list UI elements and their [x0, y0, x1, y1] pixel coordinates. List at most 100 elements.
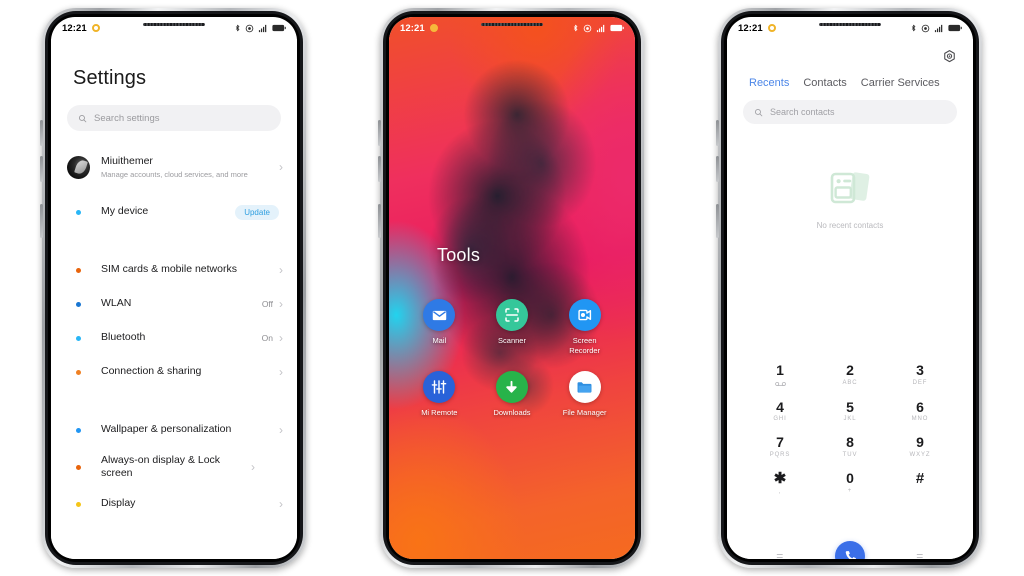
key-digit: 8 [846, 434, 854, 451]
chevron-right-icon: › [279, 365, 283, 379]
search-contacts-input[interactable]: Search contacts [743, 100, 957, 124]
tab-contacts[interactable]: Contacts [803, 77, 846, 89]
phone-call-icon [845, 550, 856, 559]
key-digit: 7 [776, 434, 784, 451]
sidebar-item-sim-cards[interactable]: SIM cards & mobile networks › [51, 253, 297, 287]
section-divider [51, 389, 297, 409]
dnd-ring-icon [429, 24, 438, 32]
settings-body: Settings Search settings Miuithemer Mana… [51, 39, 297, 559]
volume-down-button[interactable] [716, 156, 719, 182]
volume-up-button[interactable] [40, 120, 43, 146]
volume-up-button[interactable] [378, 120, 381, 146]
key-4[interactable]: 4 GHI [745, 394, 815, 429]
key-digit: 0 [846, 470, 854, 487]
empty-state-text: No recent contacts [816, 221, 884, 230]
app-label: File Manager [562, 408, 607, 418]
key-1[interactable]: 1 [745, 357, 815, 393]
key-hash[interactable]: # [885, 465, 955, 501]
battery-icon [610, 24, 624, 32]
sidebar-item-label: WLAN [101, 297, 132, 310]
volume-down-button[interactable] [40, 156, 43, 182]
sidebar-item-aod-lock[interactable]: Always-on display & Lock screen › [51, 447, 297, 487]
call-button[interactable] [835, 541, 865, 559]
status-icons [234, 23, 286, 33]
earpiece-grille [143, 22, 205, 26]
bluetooth-icon [911, 24, 916, 32]
sidebar-item-wallpaper[interactable]: Wallpaper & personalization › [51, 413, 297, 447]
bullet-wrap [67, 209, 90, 215]
signal-icon [934, 24, 943, 32]
key-5[interactable]: 5 JKL [815, 394, 885, 429]
search-icon [754, 108, 763, 116]
search-contacts-placeholder: Search contacts [770, 107, 835, 117]
key-letters: JKL [843, 416, 857, 423]
downloads-icon [495, 371, 528, 404]
key-letters: TUV [842, 452, 858, 459]
key-letters: + [847, 487, 853, 494]
app-label: Mi Remote [421, 408, 458, 418]
status-time: 12:21 [738, 22, 763, 34]
folder-title: Tools [437, 245, 481, 265]
dialer-body: Recents Contacts Carrier Services Search… [727, 39, 973, 559]
app-downloads[interactable]: Downloads [476, 371, 549, 418]
power-button[interactable] [378, 204, 381, 238]
app-file-manager[interactable]: File Manager [548, 371, 621, 418]
tab-recents[interactable]: Recents [749, 77, 789, 89]
dialpad-left-button[interactable]: = [745, 549, 815, 559]
status-time: 12:21 [62, 22, 87, 34]
app-label: Mail [432, 336, 447, 345]
account-name: Miuithemer [101, 154, 153, 167]
app-scanner[interactable]: Scanner [476, 299, 549, 355]
app-screen-recorder[interactable]: Screen Recorder [548, 299, 621, 355]
key-7[interactable]: 7 PQRS [745, 429, 815, 464]
avatar [67, 155, 90, 179]
dnd-ring-icon [767, 24, 776, 32]
app-mail[interactable]: Mail [403, 299, 476, 355]
app-mi-remote[interactable]: Mi Remote [403, 371, 476, 418]
key-letters: MNO [911, 416, 929, 423]
key-2[interactable]: 2 ABC [815, 357, 885, 393]
key-digit: 4 [776, 398, 784, 415]
earpiece-grille [481, 22, 543, 26]
bullet-dot-icon [76, 267, 81, 273]
power-button[interactable] [40, 204, 43, 238]
bluetooth-icon [235, 24, 240, 32]
bluetooth-icon [573, 24, 578, 32]
key-letters: PQRS [769, 452, 791, 459]
phone-screen-settings: 12:21 Settings Search settings Miuitheme… [51, 17, 297, 559]
search-settings-placeholder: Search settings [94, 112, 160, 124]
key-star[interactable]: ✱ , [745, 465, 815, 501]
sidebar-item-my-device[interactable]: My device Update [51, 195, 297, 229]
key-9[interactable]: 9 WXYZ [885, 429, 955, 464]
key-0[interactable]: 0 + [815, 465, 885, 501]
volume-up-button[interactable] [716, 120, 719, 146]
chevron-right-icon: › [279, 297, 283, 311]
sidebar-item-label: Bluetooth [101, 331, 146, 344]
key-letters: ABC [842, 379, 858, 386]
sidebar-item-connection-sharing[interactable]: Connection & sharing › [51, 355, 297, 389]
key-3[interactable]: 3 DEF [885, 357, 955, 393]
key-digit: 1 [776, 362, 784, 378]
sidebar-item-account[interactable]: Miuithemer Manage accounts, cloud servic… [51, 145, 297, 187]
key-6[interactable]: 6 MNO [885, 394, 955, 429]
status-bar: 12:21 [389, 17, 635, 39]
bullet-dot-icon [76, 427, 81, 433]
sidebar-item-bluetooth[interactable]: Bluetooth On › [51, 321, 297, 355]
key-8[interactable]: 8 TUV [815, 429, 885, 464]
wallpaper-smoke-overlay [389, 17, 635, 559]
status-badge[interactable]: Update [235, 204, 279, 220]
gear-icon[interactable] [942, 49, 957, 69]
dialpad-bottom-row: = = [727, 541, 973, 559]
dialpad-right-button[interactable]: = [885, 549, 955, 559]
sidebar-item-display[interactable]: Display › [51, 487, 297, 521]
power-button[interactable] [716, 204, 719, 238]
sidebar-item-wlan[interactable]: WLAN Off › [51, 287, 297, 321]
tab-carrier-services[interactable]: Carrier Services [861, 77, 940, 89]
sidebar-item-label: Wallpaper & personalization [101, 423, 232, 436]
volume-down-button[interactable] [378, 156, 381, 182]
search-settings-input[interactable]: Search settings [67, 105, 281, 131]
chevron-right-icon: › [279, 160, 283, 174]
dnd-ring-icon [91, 24, 100, 32]
chevron-right-icon: › [279, 497, 283, 511]
bullet-dot-icon [76, 335, 81, 341]
